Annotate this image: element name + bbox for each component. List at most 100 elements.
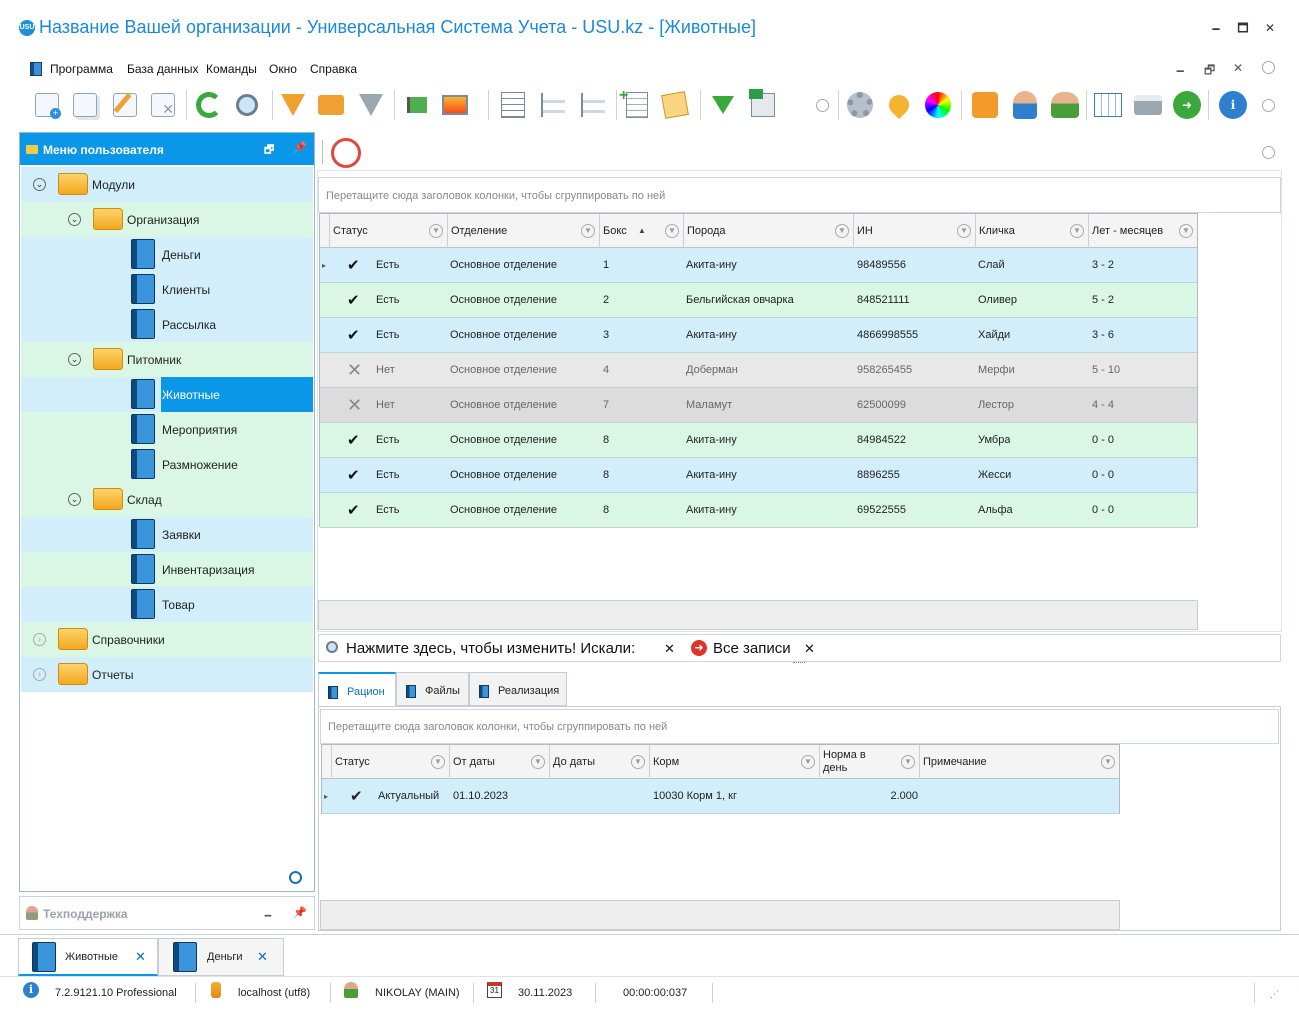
refresh-icon[interactable] [192,88,226,122]
support-panel[interactable]: Техподдержка 🗕 📌 [19,896,315,930]
col-status[interactable]: Статус ▼ [330,214,448,248]
filter-icon[interactable]: ▼ [1179,224,1193,238]
table-row[interactable]: ✔ Есть Основное отделение 2 Бельгийская овча… [320,283,1197,318]
group-panel[interactable]: Перетащите сюда заголовок колонки, чтобы… [318,177,1281,213]
collapse-icon[interactable]: ⌄ [33,178,46,191]
group-panel[interactable]: Перетащите сюда заголовок колонки, чтобы… [320,709,1279,744]
map-pin-icon[interactable] [882,88,916,122]
collapse-icon[interactable]: ⌄ [68,493,81,506]
tree-item-organization[interactable]: ⌄ Организация [21,202,313,237]
search-icon[interactable] [230,88,264,122]
table-row[interactable]: ✔ Есть Основное отделение 3 Акита-ину 4866998… [320,318,1197,353]
tree-item-goods[interactable]: Товар [21,587,313,622]
tree-item-inventory[interactable]: Инвентаризация [21,552,313,587]
filter-icon[interactable]: ▼ [957,224,971,238]
splitter-handle[interactable] [793,662,805,666]
collapse-icon[interactable]: ⌄ [68,353,81,366]
tree-item-money[interactable]: Деньги [21,237,313,272]
col-in[interactable]: ИН ▼ [854,214,976,248]
settings-icon[interactable] [843,88,877,122]
tree-item-modules[interactable]: ⌄ Модули [21,167,313,202]
delete-icon[interactable]: ✕ [146,88,180,122]
tab-sales[interactable]: Реализация [469,672,567,706]
filter-icon[interactable]: ▼ [1101,755,1115,769]
maximize-button[interactable]: 🗖 [1231,18,1255,38]
table-row[interactable]: ✔ Есть Основное отделение 8 Акита-ину 8498452… [320,423,1197,458]
print-icon[interactable] [1131,88,1165,122]
window-tab-animals[interactable]: Животные ✕ [18,938,158,976]
menu-commands[interactable]: Команды [206,62,257,76]
edit-icon[interactable] [108,88,142,122]
image-icon[interactable] [438,88,472,122]
expand-icon[interactable]: › [33,633,46,646]
filter-check-icon[interactable] [354,88,388,122]
overflow-icon[interactable] [816,99,829,112]
tree-item-directories[interactable]: › Справочники [21,622,313,657]
tree-item-animals[interactable]: Животные [21,377,313,412]
collapse-icon[interactable]: ⌄ [68,213,81,226]
filter-icon[interactable]: ▼ [1070,224,1084,238]
tree-expand-icon[interactable] [496,88,530,122]
tree-up-icon[interactable] [576,88,610,122]
table-row[interactable]: ▸ ✔ Есть Основное отделение 1 Акита-ину 984895… [320,248,1197,283]
col-age[interactable]: Лет - месяцев ▼ [1089,214,1197,248]
col-feed[interactable]: Корм ▼ [650,745,820,779]
table-row[interactable]: ✕ Нет Основное отделение 7 Маламут 62500099 Ле… [320,388,1197,423]
table-row[interactable]: ✕ Нет Основное отделение 4 Доберман 958265455… [320,353,1197,388]
filter-icon[interactable]: ▼ [581,224,595,238]
collapse-icon[interactable] [1262,146,1275,159]
tree-item-reports[interactable]: › Отчеты [21,657,313,692]
tree-item-events[interactable]: Мероприятия [21,412,313,447]
close-button[interactable]: ✕ [1258,18,1282,38]
float-icon[interactable]: 🗗 [264,141,274,160]
menu-window[interactable]: Окно [269,62,297,76]
pin-icon[interactable]: 📌 [293,906,307,919]
search-icon[interactable] [289,871,302,884]
search-bar[interactable]: Нажмите здесь, чтобы изменить! Искали: ✕… [318,634,1281,662]
col-status[interactable]: Статус ▼ [332,745,450,779]
filter-icon[interactable]: ▼ [801,755,815,769]
tree-item-kennel[interactable]: ⌄ Питомник [21,342,313,377]
col-note[interactable]: Примечание ▼ [920,745,1119,779]
users-icon[interactable] [1048,88,1082,122]
tree-item-warehouse[interactable]: ⌄ Склад [21,482,313,517]
filter-icon[interactable] [276,88,310,122]
minimize-button[interactable]: 🗕 [1204,18,1228,38]
table-row[interactable]: ▸ ✔ Актуальный 01.10.2023 10030 Корм 1, … [322,779,1119,814]
resize-grip[interactable]: ⋰ [1270,989,1279,1000]
color-wheel-icon[interactable] [921,88,955,122]
clock-icon[interactable] [331,138,361,168]
arrow-right-icon[interactable]: ➜ [1170,88,1204,122]
col-from-date[interactable]: От даты ▼ [450,745,550,779]
table-icon[interactable] [1091,88,1125,122]
tree-item-mailing[interactable]: Рассылка [21,307,313,342]
expand-icon[interactable]: › [33,668,46,681]
download-icon[interactable] [706,88,740,122]
add-icon[interactable]: + [30,88,64,122]
pin-icon[interactable]: 📌 [293,141,307,154]
tree-item-requests[interactable]: Заявки [21,517,313,552]
export-excel-icon[interactable] [746,88,780,122]
collapse-icon[interactable] [1262,61,1275,74]
menu-help[interactable]: Справка [310,62,357,76]
notes-icon[interactable] [658,88,692,122]
add-row-icon[interactable]: + [619,87,654,122]
col-dept[interactable]: Отделение ▼ [448,214,600,248]
tab-ration[interactable]: Рацион [318,672,396,706]
all-records-label[interactable]: Все записи [713,640,791,657]
col-box[interactable]: Бокс ▲ ▼ [600,214,684,248]
filter-icon[interactable]: ▼ [665,224,679,238]
clear-search-button[interactable]: ✕ [664,641,675,657]
rss-icon[interactable] [968,88,1002,122]
filter-icon[interactable]: ▼ [835,224,849,238]
filter-icon[interactable]: ▼ [429,224,443,238]
minimize-icon[interactable]: 🗕 [264,906,272,925]
window-tab-money[interactable]: Деньги ✕ [158,938,284,976]
flag-icon[interactable] [400,88,434,122]
mdi-close-button[interactable]: ✕ [1233,61,1243,75]
col-norm[interactable]: Норма в день ▼ [820,745,920,779]
tab-files[interactable]: Файлы [396,672,469,706]
filter-edit-icon[interactable] [314,88,348,122]
menu-program[interactable]: Программа [50,62,113,76]
col-breed[interactable]: Порода ▼ [684,214,854,248]
